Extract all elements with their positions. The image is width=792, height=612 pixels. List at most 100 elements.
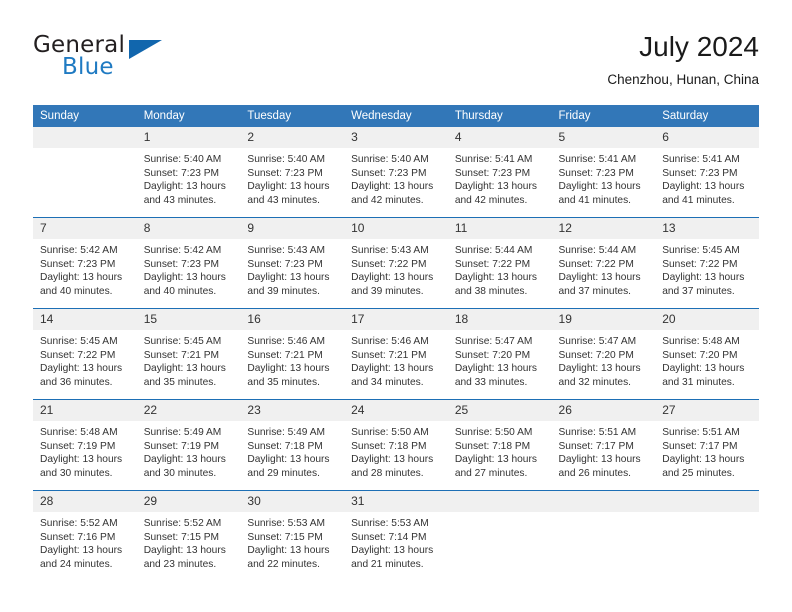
calendar-day-cell[interactable]: 21 Sunrise: 5:48 AM Sunset: 7:19 PM Dayligh… (33, 399, 137, 491)
daylight-text-line1: Daylight: 13 hours (558, 363, 641, 375)
sunset-text: Sunset: 7:22 PM (40, 349, 116, 361)
daylight-text-line1: Daylight: 13 hours (454, 454, 537, 466)
sunset-text: Sunset: 7:16 PM (40, 531, 116, 543)
day-number: 5 (551, 127, 656, 148)
sunrise-text: Sunrise: 5:42 AM (40, 245, 118, 256)
day-number: 3 (344, 127, 448, 148)
calendar-day-cell[interactable]: 25 Sunrise: 5:50 AM Sunset: 7:18 PM Dayligh… (447, 399, 552, 491)
daylight-text-line2: and 35 minutes. (247, 376, 320, 388)
calendar-day-cell[interactable]: 30 Sunrise: 5:53 AM Sunset: 7:15 PM Dayligh… (240, 490, 345, 581)
sunrise-text: Sunrise: 5:50 AM (454, 427, 533, 438)
daylight-text-line2: and 42 minutes. (454, 194, 528, 206)
day-number: 2 (240, 127, 345, 148)
daylight-text-line1: Daylight: 13 hours (40, 545, 123, 557)
weekday-header-thursday: Thursday (447, 105, 552, 127)
daylight-text-line2: and 33 minutes. (454, 376, 528, 388)
calendar-day-cell[interactable]: 17 Sunrise: 5:46 AM Sunset: 7:21 PM Dayligh… (344, 308, 448, 400)
calendar-day-cell[interactable]: 18 Sunrise: 5:47 AM Sunset: 7:20 PM Dayligh… (447, 308, 552, 400)
calendar-table: Sunday Monday Tuesday Wednesday Thursday… (33, 105, 759, 581)
daylight-text-line2: and 41 minutes. (662, 194, 735, 206)
day-details: Sunrise: 5:46 AM Sunset: 7:21 PM Daylight:… (344, 330, 448, 389)
calendar-day-cell[interactable]: 9 Sunrise: 5:43 AM Sunset: 7:23 PM Daylight… (240, 217, 345, 309)
day-number (655, 491, 759, 512)
day-number (447, 491, 552, 512)
calendar-day-cell[interactable]: 19 Sunrise: 5:47 AM Sunset: 7:20 PM Dayligh… (551, 308, 656, 400)
sunset-text: Sunset: 7:23 PM (558, 167, 634, 179)
sunset-text: Sunset: 7:20 PM (454, 349, 531, 361)
sunrise-text: Sunrise: 5:46 AM (351, 336, 429, 347)
daylight-text-line2: and 36 minutes. (40, 376, 113, 388)
calendar-day-cell[interactable]: 3 Sunrise: 5:40 AM Sunset: 7:23 PM Daylight… (344, 127, 448, 218)
day-number: 31 (344, 491, 448, 512)
day-number: 17 (344, 309, 448, 330)
calendar-day-cell[interactable]: 7 Sunrise: 5:42 AM Sunset: 7:23 PM Daylight… (33, 217, 137, 309)
calendar-page: General Blue July 2024 Chenzhou, Hunan, … (0, 0, 792, 612)
daylight-text-line2: and 38 minutes. (454, 285, 528, 297)
calendar-day-cell[interactable]: 23 Sunrise: 5:49 AM Sunset: 7:18 PM Dayligh… (240, 399, 345, 491)
calendar-day-cell[interactable]: 16 Sunrise: 5:46 AM Sunset: 7:21 PM Dayligh… (240, 308, 345, 400)
day-number: 14 (33, 309, 137, 330)
sunset-text: Sunset: 7:19 PM (143, 440, 220, 452)
daylight-text-line2: and 31 minutes. (662, 376, 735, 388)
calendar-day-cell[interactable]: 12 Sunrise: 5:44 AM Sunset: 7:22 PM Dayligh… (551, 217, 656, 309)
calendar-day-cell[interactable]: 31 Sunrise: 5:53 AM Sunset: 7:14 PM Dayligh… (344, 490, 448, 581)
calendar-day-cell[interactable]: 26 Sunrise: 5:51 AM Sunset: 7:17 PM Dayligh… (551, 399, 656, 491)
sunset-text: Sunset: 7:22 PM (558, 258, 634, 270)
calendar-day-cell[interactable]: 11 Sunrise: 5:44 AM Sunset: 7:22 PM Dayligh… (447, 217, 552, 309)
day-number: 23 (240, 400, 345, 421)
day-details: Sunrise: 5:41 AM Sunset: 7:23 PM Daylight:… (655, 148, 759, 207)
sunset-text: Sunset: 7:19 PM (40, 440, 116, 452)
calendar-day-cell[interactable]: 6 Sunrise: 5:41 AM Sunset: 7:23 PM Daylight… (655, 127, 759, 218)
daylight-text-line2: and 35 minutes. (143, 376, 217, 388)
calendar-day-cell[interactable]: 29 Sunrise: 5:52 AM Sunset: 7:15 PM Dayligh… (136, 490, 241, 581)
daylight-text-line2: and 27 minutes. (454, 467, 528, 479)
calendar-day-cell[interactable]: 2 Sunrise: 5:40 AM Sunset: 7:23 PM Daylight… (240, 127, 345, 218)
calendar-day-cell[interactable]: 4 Sunrise: 5:41 AM Sunset: 7:23 PM Daylight… (447, 127, 552, 218)
sunrise-text: Sunrise: 5:51 AM (558, 427, 637, 438)
sunrise-text: Sunrise: 5:43 AM (351, 245, 429, 256)
daylight-text-line1: Daylight: 13 hours (143, 545, 226, 557)
sunrise-text: Sunrise: 5:45 AM (40, 336, 118, 347)
daylight-text-line2: and 30 minutes. (143, 467, 217, 479)
calendar-day-cell[interactable]: 10 Sunrise: 5:43 AM Sunset: 7:22 PM Dayligh… (344, 217, 448, 309)
sunset-text: Sunset: 7:23 PM (454, 167, 531, 179)
calendar-day-cell[interactable]: 1 Sunrise: 5:40 AM Sunset: 7:23 PM Daylight… (136, 127, 241, 218)
day-details: Sunrise: 5:45 AM Sunset: 7:22 PM Daylight:… (655, 239, 759, 298)
day-number: 4 (447, 127, 552, 148)
calendar-day-cell[interactable]: 15 Sunrise: 5:45 AM Sunset: 7:21 PM Dayligh… (136, 308, 241, 400)
calendar-day-cell[interactable]: 5 Sunrise: 5:41 AM Sunset: 7:23 PM Daylight… (551, 127, 656, 218)
calendar-empty-cell (447, 490, 552, 581)
calendar-day-cell[interactable]: 22 Sunrise: 5:49 AM Sunset: 7:19 PM Dayligh… (136, 399, 241, 491)
calendar-day-cell[interactable]: 14 Sunrise: 5:45 AM Sunset: 7:22 PM Dayligh… (33, 308, 137, 400)
day-details: Sunrise: 5:41 AM Sunset: 7:23 PM Daylight:… (448, 148, 552, 207)
day-details: Sunrise: 5:48 AM Sunset: 7:20 PM Daylight:… (655, 330, 759, 389)
calendar-body: 1 Sunrise: 5:40 AM Sunset: 7:23 PM Daylight… (33, 127, 759, 581)
brand-logo[interactable]: General Blue (33, 32, 253, 90)
sunrise-text: Sunrise: 5:41 AM (662, 154, 740, 165)
daylight-text-line2: and 22 minutes. (247, 558, 320, 570)
daylight-text-line1: Daylight: 13 hours (454, 272, 537, 284)
daylight-text-line1: Daylight: 13 hours (247, 363, 330, 375)
calendar-day-cell[interactable]: 13 Sunrise: 5:45 AM Sunset: 7:22 PM Dayligh… (655, 217, 759, 309)
day-number: 16 (240, 309, 345, 330)
calendar-day-cell[interactable]: 28 Sunrise: 5:52 AM Sunset: 7:16 PM Dayligh… (33, 490, 137, 581)
weekday-header-saturday: Saturday (655, 105, 759, 127)
daylight-text-line1: Daylight: 13 hours (351, 181, 434, 193)
calendar-day-cell[interactable]: 27 Sunrise: 5:51 AM Sunset: 7:17 PM Dayligh… (655, 399, 759, 491)
calendar-day-cell[interactable]: 8 Sunrise: 5:42 AM Sunset: 7:23 PM Daylight… (136, 217, 241, 309)
sunrise-text: Sunrise: 5:45 AM (662, 245, 740, 256)
day-number: 6 (655, 127, 759, 148)
sunset-text: Sunset: 7:23 PM (40, 258, 116, 270)
calendar-week-row: 14 Sunrise: 5:45 AM Sunset: 7:22 PM Dayligh… (33, 308, 759, 400)
day-details: Sunrise: 5:52 AM Sunset: 7:15 PM Daylight:… (137, 512, 241, 571)
calendar-day-cell[interactable]: 24 Sunrise: 5:50 AM Sunset: 7:18 PM Dayligh… (344, 399, 448, 491)
day-number: 27 (655, 400, 759, 421)
weekday-header-friday: Friday (551, 105, 656, 127)
sunrise-text: Sunrise: 5:52 AM (143, 518, 222, 529)
day-number: 11 (447, 218, 552, 239)
daylight-text-line1: Daylight: 13 hours (40, 272, 123, 284)
calendar-week-row: 7 Sunrise: 5:42 AM Sunset: 7:23 PM Daylight… (33, 217, 759, 309)
calendar-day-cell[interactable]: 20 Sunrise: 5:48 AM Sunset: 7:20 PM Dayligh… (655, 308, 759, 400)
weekday-header-tuesday: Tuesday (240, 105, 345, 127)
sunset-text: Sunset: 7:15 PM (247, 531, 323, 543)
